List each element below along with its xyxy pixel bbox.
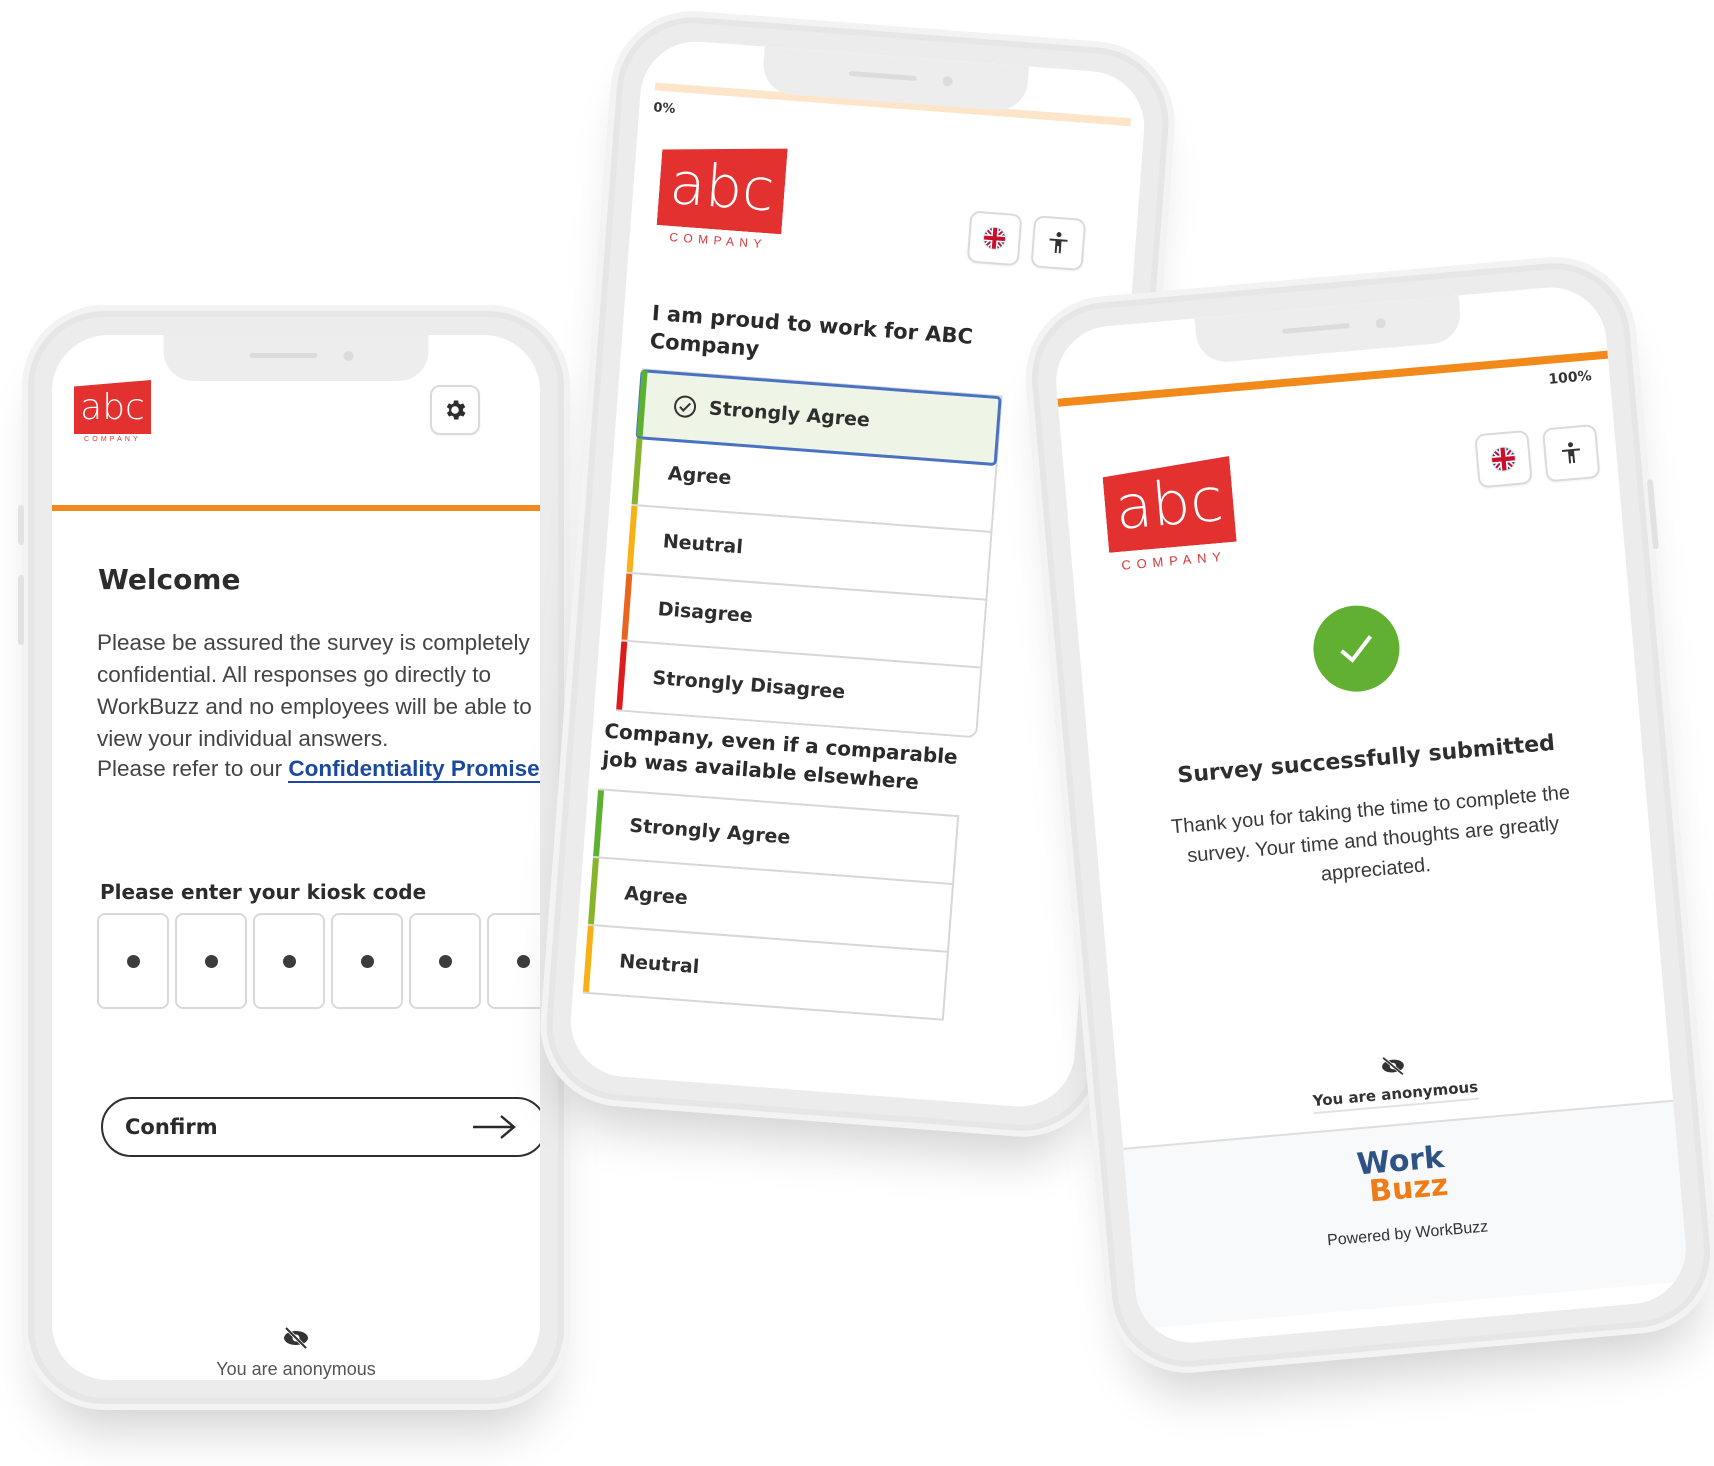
accessibility-icon (1049, 232, 1068, 254)
company-logo: abc COMPANY (74, 380, 151, 443)
accessibility-button[interactable] (1030, 215, 1087, 272)
confirm-button[interactable]: Confirm (101, 1097, 540, 1157)
kiosk-digit-2[interactable] (175, 913, 247, 1009)
kiosk-digit-1[interactable] (97, 913, 169, 1009)
gear-icon (446, 400, 466, 420)
screen: 100% abc COMPANY Survey successfully sub… (1051, 282, 1691, 1348)
arrow-right-icon (473, 1115, 516, 1139)
checkmark-icon (1340, 635, 1373, 663)
success-badge (1309, 602, 1404, 696)
accessibility-icon (1561, 442, 1581, 464)
option-label: Agree (623, 882, 689, 910)
language-button[interactable] (1474, 429, 1533, 489)
confidentiality-reference: Please refer to our Confidentiality Prom… (97, 756, 540, 783)
anonymous-label: You are anonymous (216, 1359, 376, 1380)
confidentiality-text: Please be assured the survey is complete… (97, 630, 532, 751)
side-button (18, 505, 24, 545)
kiosk-code-label: Please enter your kiosk code (100, 880, 427, 904)
logo-subtitle: COMPANY (84, 436, 141, 443)
side-button (18, 575, 24, 645)
accessibility-button[interactable] (1541, 423, 1601, 483)
logo-text: abc (1112, 464, 1226, 544)
confidentiality-promise-link[interactable]: Confidentiality Promise (288, 756, 540, 783)
eye-off-icon (1382, 1056, 1404, 1076)
notch (163, 335, 429, 381)
check-circle-icon (674, 395, 697, 418)
header-divider (52, 505, 540, 511)
screen: abc COMPANY Welcome Please be assured th… (52, 335, 540, 1380)
company-logo: abc COMPANY (655, 139, 787, 252)
uk-flag-icon (1490, 446, 1517, 473)
logo-subtitle: COMPANY (1120, 548, 1228, 573)
kiosk-digit-3[interactable] (253, 913, 325, 1009)
option-label: Neutral (662, 530, 744, 559)
uk-flag-icon (982, 226, 1007, 251)
question-2-options: Strongly Agree Agree Neutral (582, 788, 960, 1021)
footer: Work Buzz Powered by WorkBuzz (1123, 1099, 1689, 1330)
progress-bar (1057, 350, 1609, 407)
reference-prefix: Please refer to our (97, 756, 289, 781)
kiosk-digit-4[interactable] (331, 913, 403, 1009)
option-label: Strongly Agree (628, 814, 792, 849)
kiosk-digit-6[interactable] (487, 913, 540, 1009)
option-label: Disagree (656, 598, 754, 628)
anonymous-indicator: You are anonymous (52, 1326, 540, 1380)
welcome-title: Welcome (98, 563, 241, 596)
side-button (1646, 479, 1659, 550)
question-1-options: Strongly Agree Agree Neutral Disagree St… (616, 368, 1003, 739)
language-button[interactable] (966, 210, 1023, 267)
progress-label: 100% (1547, 368, 1593, 388)
phone-welcome: abc COMPANY Welcome Please be assured th… (18, 305, 570, 1410)
workbuzz-logo-buzz: Buzz (1367, 1167, 1450, 1210)
option-label: Strongly Agree (708, 397, 871, 432)
notch (1194, 295, 1463, 365)
submitted-message: Thank you for taking the time to complet… (1170, 781, 1571, 886)
kiosk-code-input (97, 913, 540, 1009)
logo-text: abc (80, 386, 145, 428)
notch (760, 46, 1029, 113)
workbuzz-logo: Work Buzz (1355, 1140, 1450, 1210)
option-label: Strongly Disagree (651, 666, 846, 704)
company-logo: abc COMPANY (1102, 456, 1239, 574)
kiosk-digit-5[interactable] (409, 913, 481, 1009)
option-label: Agree (667, 462, 733, 490)
settings-button[interactable] (430, 385, 480, 435)
anonymous-label: You are anonymous (1312, 1077, 1480, 1115)
option-label: Neutral (618, 950, 701, 979)
progress-label: 0% (652, 100, 676, 118)
eye-off-icon (284, 1326, 308, 1350)
logo-text: abc (667, 148, 777, 225)
confirm-label: Confirm (125, 1115, 218, 1139)
powered-by: Powered by WorkBuzz (1326, 1218, 1489, 1250)
phone-submitted: 100% abc COMPANY Survey successfully sub… (1019, 250, 1714, 1380)
